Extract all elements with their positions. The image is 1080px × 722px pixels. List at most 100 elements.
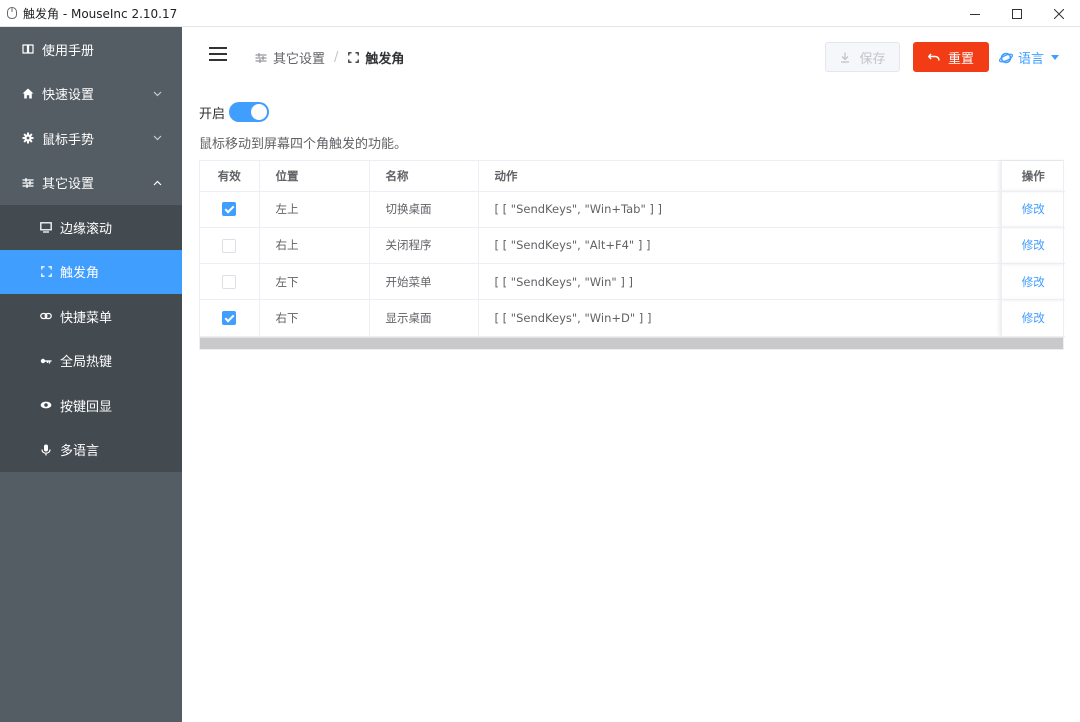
sidebar-subitem-label: 按键回显	[60, 399, 113, 415]
enable-label: 开启	[199, 106, 226, 122]
column-header-enabled: 有效	[200, 161, 260, 192]
sidebar-subitem-label: 快捷菜单	[60, 310, 113, 326]
breadcrumb-item-trigger-corners: 触发角	[347, 48, 404, 67]
edit-link[interactable]: 修改	[1001, 263, 1065, 301]
sidebar-item-label: 使用手册	[42, 43, 95, 59]
cell-position: 右上	[259, 227, 370, 265]
window-title: 触发角 - MouseInc 2.10.17	[23, 6, 178, 21]
sidebar-item-label: 快速设置	[42, 88, 95, 104]
cell-action: [ [ "SendKeys", "Alt+F4" ] ]	[478, 227, 1002, 265]
save-label: 保存	[859, 51, 886, 67]
hamburger-icon[interactable]	[209, 47, 227, 61]
horizontal-scrollbar[interactable]	[200, 337, 1063, 349]
sidebar-subitem-trigger-corners[interactable]: 触发角	[0, 249, 182, 294]
column-header-name: 名称	[369, 161, 479, 192]
language-label: 语言	[1018, 52, 1045, 67]
sidebar-item-quick-settings[interactable]: 快速设置	[0, 71, 182, 116]
enable-toggle[interactable]	[229, 102, 270, 122]
cell-action: [ [ "SendKeys", "Win+Tab" ] ]	[478, 191, 1002, 228]
monitor-icon	[40, 221, 52, 233]
sidebar-item-label: 鼠标手势	[42, 132, 95, 148]
sidebar-subitem-global-hotkeys[interactable]: 全局热键	[0, 338, 182, 383]
language-dropdown[interactable]: 语言	[999, 48, 1060, 67]
download-icon	[839, 51, 851, 63]
table-row: 左上 切换桌面 [ [ "SendKeys", "Win+Tab" ] ] 修改	[200, 191, 1065, 228]
header: 其它设置 / 触发角 保存 重置 语言	[182, 27, 1080, 86]
column-header-operation: 操作	[1001, 161, 1065, 192]
sidebar-subitem-label: 触发角	[60, 266, 100, 282]
chevron-up-icon	[152, 178, 162, 188]
sidebar-item-mouse-gestures[interactable]: 鼠标手势	[0, 116, 182, 161]
table-row: 右下 显示桌面 [ [ "SendKeys", "Win+D" ] ] 修改	[200, 299, 1065, 337]
cell-name: 显示桌面	[369, 299, 479, 337]
cell-position: 右下	[259, 299, 370, 337]
edit-link[interactable]: 修改	[1001, 191, 1065, 228]
edit-link[interactable]: 修改	[1001, 299, 1065, 337]
reset-button[interactable]: 重置	[913, 42, 989, 72]
eye-icon	[40, 399, 52, 411]
reset-label: 重置	[947, 51, 974, 67]
gear-icon	[22, 132, 34, 144]
caret-down-icon	[1051, 54, 1060, 61]
column-header-action: 动作	[478, 161, 1002, 192]
save-button[interactable]: 保存	[825, 42, 900, 72]
app-icon	[7, 7, 17, 19]
key-icon	[40, 355, 52, 367]
breadcrumb-item-other-settings[interactable]: 其它设置	[255, 48, 325, 67]
edit-link[interactable]: 修改	[1001, 227, 1065, 265]
breadcrumb: 其它设置 / 触发角	[255, 48, 404, 67]
book-icon	[22, 43, 34, 55]
sidebar-item-other-settings[interactable]: 其它设置	[0, 160, 182, 205]
corners-icon	[40, 266, 52, 278]
sliders-icon	[255, 52, 267, 64]
sliders-icon	[22, 177, 34, 189]
table-row: 右上 关闭程序 [ [ "SendKeys", "Alt+F4" ] ] 修改	[200, 227, 1065, 265]
close-icon	[1054, 8, 1064, 19]
undo-icon	[927, 51, 940, 63]
sidebar-subitem-label: 全局热键	[60, 355, 113, 371]
sidebar-subitem-label: 多语言	[60, 444, 100, 460]
sidebar-subitem-label: 边缘滚动	[60, 221, 113, 237]
sidebar: 使用手册 快速设置 鼠标手势 其它设置 边缘滚动 触发角 快捷菜单 全局热键 按…	[0, 27, 182, 722]
table-header-row: 有效 位置 名称 动作 操作	[200, 161, 1065, 192]
sidebar-subitem-quick-menu[interactable]: 快捷菜单	[0, 294, 182, 339]
link-icon	[40, 310, 52, 322]
close-button[interactable]	[1038, 0, 1080, 27]
sidebar-subitem-multi-language[interactable]: 多语言	[0, 427, 182, 472]
sidebar-subitem-key-echo[interactable]: 按键回显	[0, 383, 182, 428]
globe-icon	[999, 51, 1013, 65]
cell-position: 左下	[259, 263, 370, 301]
mic-icon	[40, 444, 52, 456]
enable-row: 开启	[199, 102, 270, 122]
description: 鼠标移动到屏幕四个角触发的功能。	[199, 137, 408, 152]
minimize-icon	[970, 13, 980, 15]
breadcrumb-label: 触发角	[365, 52, 405, 67]
toggle-knob	[251, 104, 268, 120]
breadcrumb-label: 其它设置	[273, 52, 326, 67]
chevron-down-icon	[152, 133, 162, 143]
maximize-button[interactable]	[996, 0, 1038, 27]
breadcrumb-separator: /	[334, 50, 339, 65]
row-enabled-checkbox[interactable]	[222, 238, 237, 253]
corners-table: 有效 位置 名称 动作 操作 左上 切换桌面 [ [ "SendKeys", "…	[199, 160, 1065, 350]
sidebar-item-manual[interactable]: 使用手册	[0, 27, 182, 72]
cell-name: 关闭程序	[369, 227, 479, 265]
table-row: 左下 开始菜单 [ [ "SendKeys", "Win" ] ] 修改	[200, 263, 1065, 301]
main-content: 开启 鼠标移动到屏幕四个角触发的功能。 有效 位置 名称 动作 操作 左上 切换…	[182, 86, 1080, 722]
maximize-icon	[1012, 8, 1022, 19]
cell-action: [ [ "SendKeys", "Win+D" ] ]	[478, 299, 1002, 337]
sidebar-item-label: 其它设置	[42, 177, 95, 193]
home-icon	[22, 88, 34, 100]
cell-position: 左上	[259, 191, 370, 228]
corners-icon	[347, 52, 359, 64]
row-enabled-checkbox[interactable]	[222, 274, 237, 289]
cell-action: [ [ "SendKeys", "Win" ] ]	[478, 263, 1002, 301]
sidebar-subitem-edge-scroll[interactable]: 边缘滚动	[0, 205, 182, 250]
chevron-down-icon	[152, 89, 162, 99]
row-enabled-checkbox[interactable]	[222, 202, 237, 217]
title-bar: 触发角 - MouseInc 2.10.17	[0, 0, 1080, 27]
row-enabled-checkbox[interactable]	[222, 311, 237, 326]
minimize-button[interactable]	[954, 0, 996, 27]
cell-name: 切换桌面	[369, 191, 479, 228]
column-header-position: 位置	[259, 161, 370, 192]
